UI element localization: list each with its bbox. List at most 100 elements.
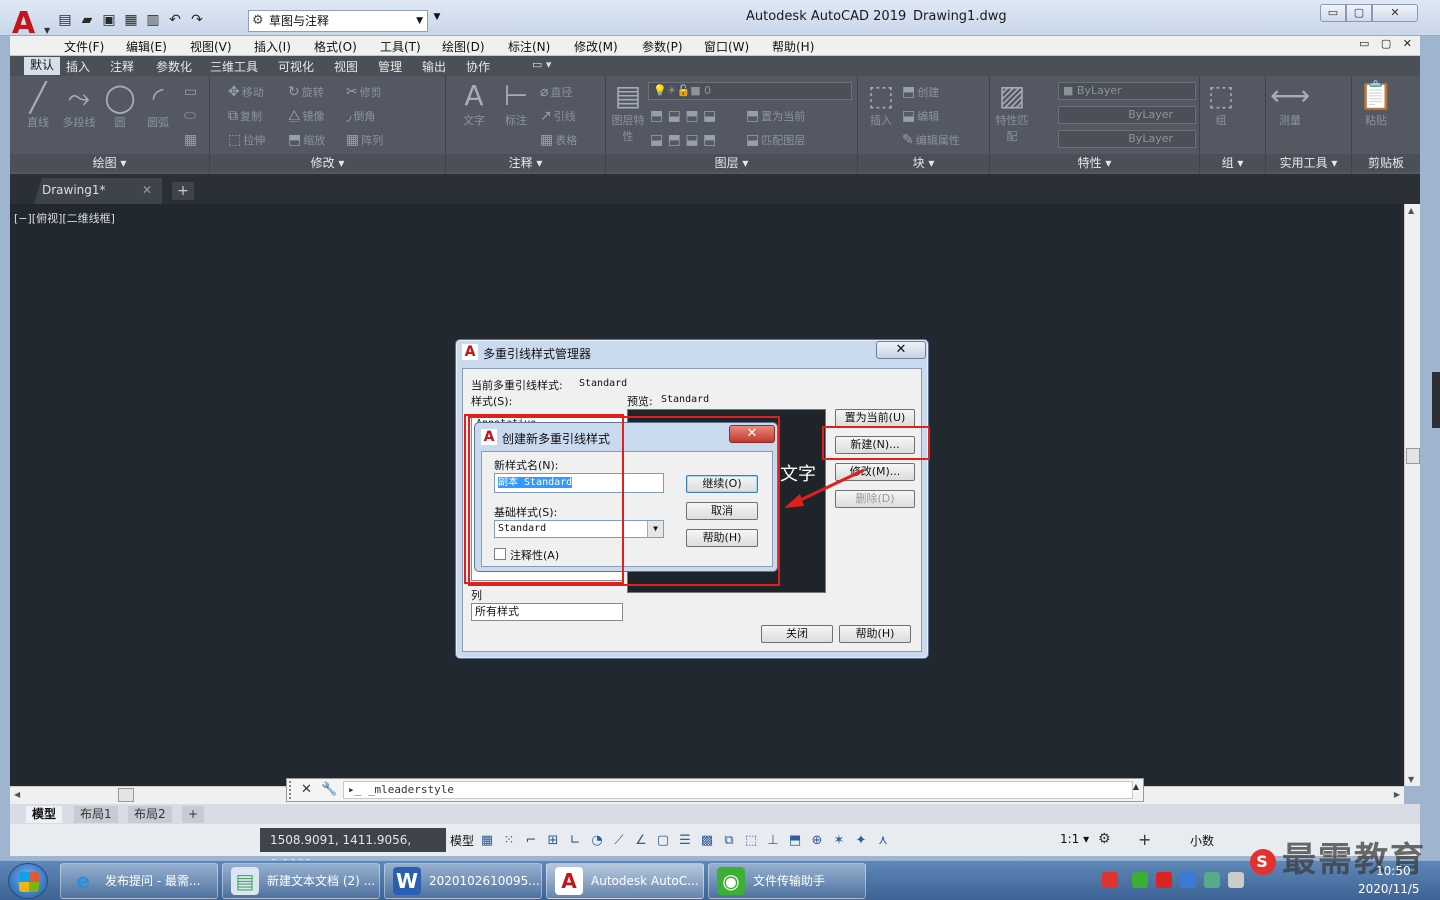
side-panel-handle[interactable] — [1432, 372, 1440, 428]
maximize-button[interactable]: ▢ — [1346, 4, 1372, 22]
minimize-button[interactable]: ▭ — [1320, 4, 1346, 22]
menu-window[interactable]: 窗口(W) — [704, 38, 749, 55]
move-tool[interactable]: ✥ 移动 — [228, 84, 264, 100]
document-window-controls[interactable]: ▭ ▢ ✕ — [1359, 37, 1416, 50]
list-filter-dropdown[interactable]: 所有样式 — [471, 603, 623, 621]
units-dropdown[interactable]: 小数 — [1190, 832, 1214, 849]
wrench-icon[interactable]: 🔧 — [321, 782, 337, 797]
panel-utilities-title[interactable]: 实用工具 ▾ — [1266, 154, 1351, 172]
tab-3d-tools[interactable]: 三维工具 — [210, 58, 258, 75]
sogou-icon[interactable] — [1102, 872, 1118, 888]
measure-tool[interactable]: ⟷ 测量 — [1270, 80, 1310, 128]
close-tab-icon[interactable]: ✕ — [142, 178, 152, 202]
wechat-tray-icon[interactable] — [1132, 872, 1148, 888]
taskbar-item[interactable]: A Autodesk AutoC... — [546, 863, 704, 899]
taskbar-item[interactable]: ◉ 文件传输助手 — [708, 863, 866, 899]
clock-date[interactable]: 2020/11/5 — [1358, 882, 1420, 896]
annotation-visibility-icon[interactable]: ✶ — [830, 832, 848, 850]
model-space-toggle[interactable]: 模型 — [450, 832, 474, 849]
volume-icon[interactable] — [1228, 872, 1244, 888]
edit-block-tool[interactable]: ⬓ 编辑 — [902, 108, 939, 124]
weibo-icon[interactable] — [1156, 872, 1172, 888]
object-track-icon[interactable]: ∠ — [632, 832, 650, 850]
scroll-thumb[interactable] — [118, 788, 134, 802]
vertical-scrollbar[interactable]: ▲ ▼ — [1404, 204, 1420, 786]
stretch-tool[interactable]: ⬚ 拉伸 — [228, 132, 265, 148]
tab-collaborate[interactable]: 协作 — [466, 58, 490, 75]
tab-insert[interactable]: 插入 — [66, 58, 90, 75]
panel-modify-title[interactable]: 修改 ▾ — [210, 154, 445, 172]
snap-icon[interactable]: ⁙ — [500, 832, 518, 850]
redo-icon[interactable]: ↷ — [188, 11, 206, 29]
transparency-icon[interactable]: ▩ — [698, 832, 716, 850]
panel-layers-title[interactable]: 图层 ▾ — [606, 154, 857, 172]
selection-cycling-icon[interactable]: ⧉ — [720, 832, 738, 850]
taskbar-item[interactable]: W 2020102610095... — [384, 863, 542, 899]
workspace-dropdown[interactable]: ⚙ 草图与注释 ▼ — [248, 10, 428, 32]
scale-tool[interactable]: ⬒ 缩放 — [288, 132, 325, 148]
dimension-tool[interactable]: ⊢ 标注 — [496, 80, 536, 128]
scroll-down-icon[interactable]: ▼ — [1408, 775, 1414, 784]
infer-icon[interactable]: ⌐ — [522, 832, 540, 850]
tab-annotate[interactable]: 注释 — [110, 58, 134, 75]
menu-file[interactable]: 文件(F) — [64, 38, 104, 55]
text-tool[interactable]: A 文字 — [454, 80, 494, 128]
match-layer-tool[interactable]: ⬓ 匹配图层 — [746, 132, 805, 148]
close-window-button[interactable]: ✕ — [1372, 4, 1418, 22]
taskbar-item[interactable]: ▤ 新建文本文档 (2) ... — [222, 863, 380, 899]
mirror-tool[interactable]: ⧋ 镜像 — [288, 108, 325, 124]
panel-draw-title[interactable]: 绘图 ▾ — [10, 154, 209, 172]
table-tool[interactable]: ▦ 表格 — [540, 132, 577, 148]
tab-visualize[interactable]: 可视化 — [278, 58, 314, 75]
color-dropdown[interactable]: ■ ByLayer — [1058, 82, 1196, 100]
auto-scale-icon[interactable]: ✦ — [852, 832, 870, 850]
layer-tools-row2-icon[interactable]: ⬓ ⬒ ⬓ ⬒ — [650, 132, 718, 148]
menu-modify[interactable]: 修改(M) — [574, 38, 618, 55]
menu-dimension[interactable]: 标注(N) — [508, 38, 550, 55]
diameter-tool[interactable]: ⌀ 直径 — [540, 84, 572, 100]
drag-handle[interactable] — [289, 781, 297, 799]
panel-groups-title[interactable]: 组 ▾ — [1200, 154, 1265, 172]
polar-icon[interactable]: ◔ — [588, 832, 606, 850]
start-button[interactable] — [8, 863, 48, 899]
circle-tool[interactable]: ◯ 圆 — [100, 82, 140, 130]
undo-icon[interactable]: ↶ — [166, 11, 184, 29]
clock-time[interactable]: 10:50 — [1376, 864, 1411, 878]
save-as-icon[interactable]: ▦ — [122, 11, 140, 29]
save-icon[interactable]: ▣ — [100, 11, 118, 29]
gizmo-icon[interactable]: ⬒ — [786, 832, 804, 850]
viewport-controls[interactable]: [−][俯视][二维线框] — [14, 210, 115, 226]
panel-annotation-title[interactable]: 注释 ▾ — [446, 154, 605, 172]
dialog-title-bar[interactable]: A 多重引线样式管理器 ✕ — [456, 340, 928, 366]
leader-tool[interactable]: ↗ 引线 — [540, 108, 576, 124]
ellipse-icon[interactable]: ⬭ — [184, 108, 198, 124]
dynamic-input-icon[interactable]: ⊞ — [544, 832, 562, 850]
gear-icon[interactable]: ⚙ — [1098, 831, 1111, 847]
isodraft-icon[interactable]: ⟋ — [610, 832, 628, 850]
layer-dropdown[interactable]: 💡☀🔓■ 0 — [648, 82, 852, 100]
tab-layout2[interactable]: 布局2 — [128, 806, 172, 823]
hatch-icon[interactable]: ▦ — [184, 132, 199, 148]
panel-properties-title[interactable]: 特性 ▾ — [990, 154, 1199, 172]
menu-draw[interactable]: 绘图(D) — [442, 38, 485, 55]
ribbon-minimize-icon[interactable]: ▭ ▾ — [532, 58, 551, 71]
grid-icon[interactable]: ▦ — [478, 832, 496, 850]
scroll-left-icon[interactable]: ◀ — [14, 790, 20, 799]
tab-output[interactable]: 输出 — [422, 58, 446, 75]
menu-format[interactable]: 格式(O) — [314, 38, 357, 55]
customize-qat-button[interactable]: ▼ — [430, 12, 444, 30]
copy-tool[interactable]: ⧉ 复制 — [228, 108, 262, 124]
polyline-tool[interactable]: ⤳ 多段线 — [56, 82, 102, 130]
insert-block-tool[interactable]: ⬚ 插入 — [862, 80, 900, 128]
tab-drawing1[interactable]: Drawing1* ✕ — [34, 178, 162, 204]
set-current-button[interactable]: 置为当前(U) — [835, 409, 915, 427]
ucs-icon[interactable]: ⊥ — [764, 832, 782, 850]
menu-view[interactable]: 视图(V) — [190, 38, 232, 55]
trim-tool[interactable]: ✂ 修剪 — [346, 84, 382, 100]
tab-view[interactable]: 视图 — [334, 58, 358, 75]
print-icon[interactable]: ▥ — [144, 11, 162, 29]
fillet-tool[interactable]: ◞ 倒角 — [346, 108, 375, 124]
create-block-tool[interactable]: ⬒ 创建 — [902, 84, 939, 100]
scroll-up-icon[interactable]: ▲ — [1408, 206, 1414, 215]
linetype-dropdown[interactable]: ByLayer — [1058, 106, 1196, 124]
